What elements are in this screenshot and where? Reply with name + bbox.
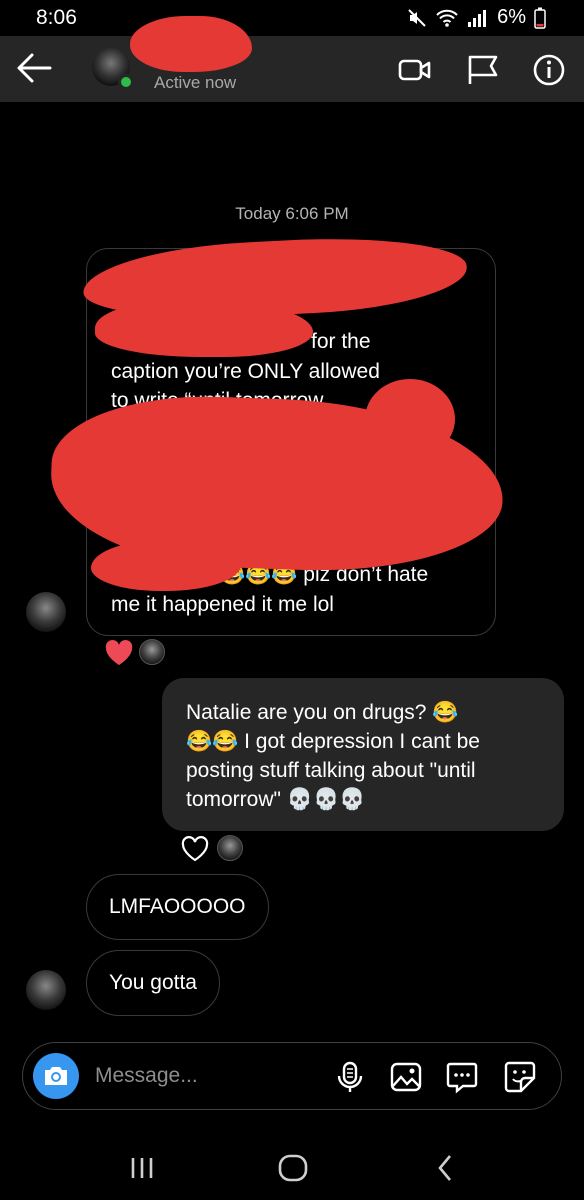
incoming-message-3[interactable]: You gotta (86, 950, 220, 1016)
message-input[interactable]: Message... (95, 1064, 198, 1088)
redaction-mark (91, 541, 241, 591)
message-composer: Message... (22, 1042, 562, 1110)
thread-timestamp: Today 6:06 PM (235, 204, 349, 223)
message-line: me it happened it me lol (111, 593, 334, 616)
battery-level: 6% (497, 6, 526, 28)
contact-avatar[interactable] (92, 48, 134, 90)
status-bar: 8:06 6% (0, 0, 584, 36)
signal-icon (468, 9, 487, 27)
wifi-icon (436, 9, 458, 27)
message-text: LMFAOOOOO (109, 895, 246, 918)
reactor-avatar (139, 639, 165, 665)
online-indicator (118, 74, 134, 90)
message-text: You gotta (109, 971, 197, 994)
sender-avatar[interactable] (26, 592, 66, 632)
message-line: for the (311, 330, 371, 353)
gallery-icon[interactable] (389, 1060, 423, 1094)
read-receipt-avatar (217, 835, 243, 861)
video-call-icon[interactable] (398, 53, 432, 87)
chat-header: Active now (0, 16, 584, 102)
microphone-icon[interactable] (333, 1060, 367, 1094)
back-arrow-icon[interactable] (14, 50, 54, 86)
message-line: tomorrow" 💀💀💀 (186, 788, 366, 811)
message-line: Natalie are you on drugs? 😂 (186, 701, 459, 724)
redaction-mark (365, 379, 455, 459)
active-status: Active now (154, 73, 237, 92)
mute-icon (408, 8, 426, 27)
sender-avatar[interactable] (26, 970, 66, 1010)
status-time: 8:06 (36, 6, 77, 29)
recent-apps-icon[interactable] (128, 1148, 156, 1188)
battery-icon (534, 7, 546, 29)
flag-icon[interactable] (466, 53, 500, 87)
message-line: caption you’re ONLY allowed (111, 360, 380, 383)
redaction-mark (95, 301, 313, 357)
sticker-icon[interactable] (503, 1060, 537, 1094)
incoming-message-1[interactable]: for the caption you’re ONLY allowed to w… (48, 231, 506, 636)
chat-bubble-icon[interactable] (445, 1060, 479, 1094)
incoming-message-2[interactable]: LMFAOOOOO (86, 874, 269, 940)
message-line: 😂😂 I got depression I cant be (186, 730, 480, 753)
info-icon[interactable] (532, 53, 566, 87)
camera-icon (45, 1067, 67, 1085)
heart-outline-icon[interactable] (180, 836, 210, 862)
redacted-contact-name (130, 16, 252, 72)
heart-icon (105, 640, 133, 665)
camera-button[interactable] (33, 1053, 79, 1099)
outgoing-message-1[interactable]: Natalie are you on drugs? 😂 😂😂 I got dep… (162, 678, 564, 831)
message-line: posting stuff talking about "until (186, 759, 476, 782)
nav-back-icon[interactable] (432, 1148, 460, 1188)
home-icon[interactable] (276, 1148, 310, 1188)
